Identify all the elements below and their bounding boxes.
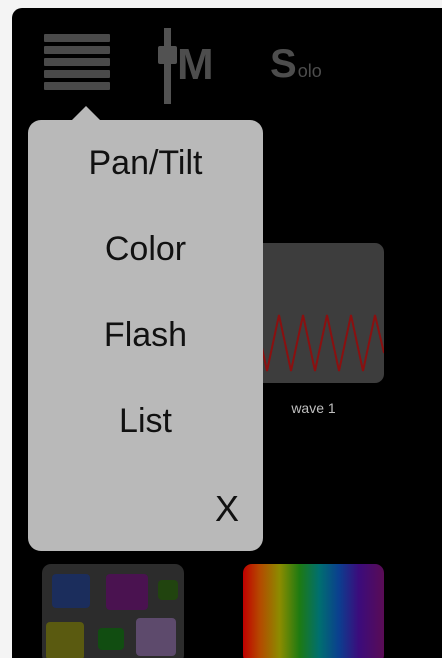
master-label: M: [177, 40, 214, 89]
swatch-lavender: [136, 618, 176, 656]
solo-initial: S: [270, 42, 297, 86]
popup-menu: Pan/Tilt Color Flash List X: [28, 106, 263, 551]
swatch-purple: [106, 574, 148, 610]
menu-button[interactable]: [44, 34, 110, 92]
wave-label: wave 1: [291, 400, 336, 416]
menu-item-flash[interactable]: Flash: [28, 316, 263, 355]
swatch-yellow: [46, 622, 84, 658]
master-button[interactable]: M: [154, 28, 234, 108]
zigzag-wave-icon: [243, 314, 384, 372]
swatch-blue: [52, 574, 90, 608]
solo-rest: olo: [297, 61, 322, 81]
wave-tile[interactable]: [243, 243, 384, 383]
swatch-green-small: [158, 580, 178, 600]
menu-item-color[interactable]: Color: [28, 230, 263, 269]
popup-arrow: [70, 106, 102, 122]
menu-item-list[interactable]: List: [28, 402, 263, 441]
solo-button[interactable]: Solo: [270, 44, 322, 84]
close-button[interactable]: X: [215, 488, 239, 530]
swatch-green: [98, 628, 124, 650]
menu-item-pan-tilt[interactable]: Pan/Tilt: [28, 144, 263, 183]
color-swatch-tile[interactable]: [42, 564, 184, 658]
rainbow-tile[interactable]: [243, 564, 384, 658]
